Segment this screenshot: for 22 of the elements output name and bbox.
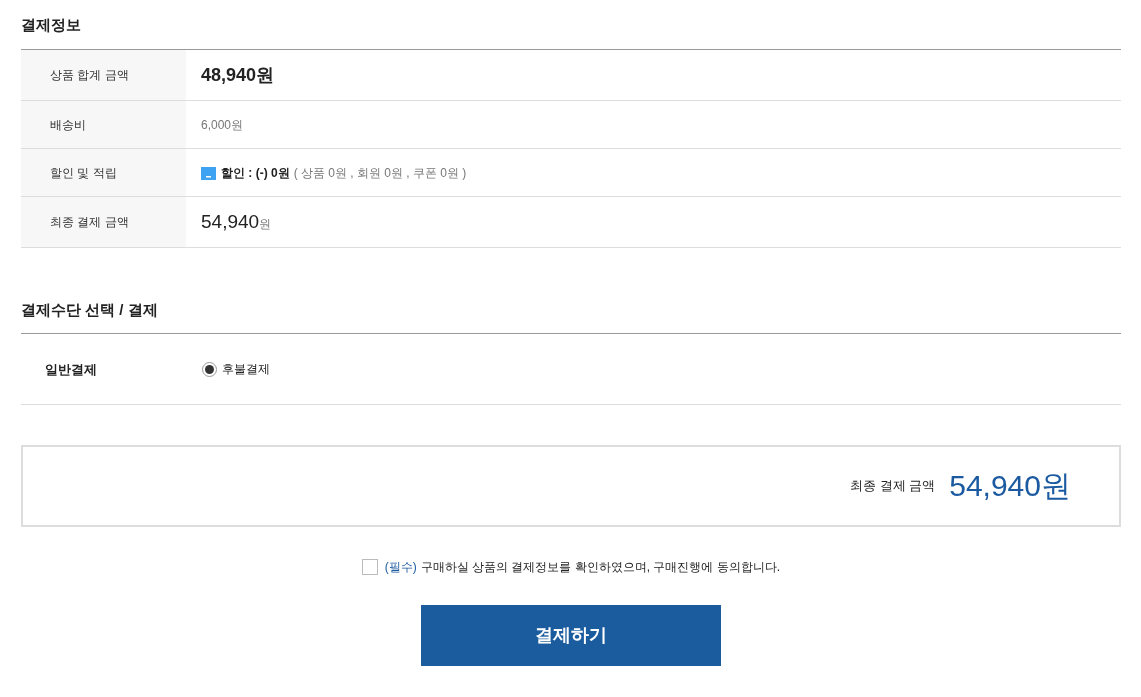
fee-text: 6,000원 <box>201 116 244 134</box>
field-label: 상품 합계 금액 <box>50 67 129 84</box>
amount-text: 54,940 <box>201 209 260 234</box>
option-label[interactable]: 후불결제 <box>222 360 270 378</box>
field-label: 최종 결제 금액 <box>50 214 129 231</box>
field-label: 일반결제 <box>45 362 97 377</box>
radio-button[interactable] <box>202 361 217 377</box>
section-title: 결제수단 선택 / 결제 <box>21 300 158 320</box>
checkbox[interactable] <box>361 559 378 575</box>
discount-breakdown: ( 상품 0원 , 회원 0원 , 쿠폰 0원 ) <box>293 164 467 182</box>
field-label: 배송비 <box>50 116 86 134</box>
summary-label: 최종 결제 금액 <box>850 477 936 496</box>
agreement-text: 구매하실 상품의 결제정보를 확인하였으며, 구매진행에 동의합니다. <box>420 559 781 576</box>
discount-summary: 할인 : (-) 0원 <box>221 164 290 182</box>
currency-unit: 원 <box>259 216 272 233</box>
summary-amount: 54,940원 <box>949 468 1071 504</box>
section-title: 결제정보 <box>21 15 81 35</box>
amount-text: 48,940원 <box>201 63 275 87</box>
minus-icon[interactable] <box>201 167 216 180</box>
field-label: 할인 및 적립 <box>50 164 117 182</box>
pay-button[interactable]: 결제하기 <box>421 605 721 666</box>
required-tag: (필수) <box>384 558 417 576</box>
